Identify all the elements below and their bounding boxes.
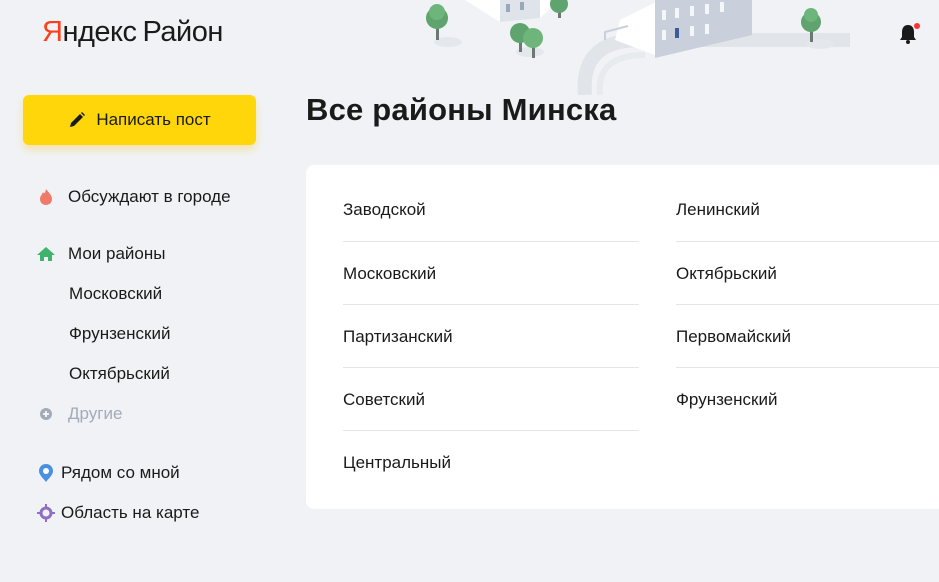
sidebar-item-my-districts[interactable]: Мои районы — [36, 244, 166, 264]
sidebar-item-moskovsky[interactable]: Московский — [69, 284, 162, 304]
districts-column-right: Ленинский Октябрьский Первомайский Фрунз… — [676, 165, 939, 431]
sidebar-item-frunzensky[interactable]: Фрунзенский — [69, 324, 170, 344]
write-post-button[interactable]: Написать пост — [23, 95, 256, 145]
sidebar-item-label: Октябрьский — [69, 364, 170, 383]
notification-badge — [914, 23, 920, 29]
notifications-bell-button[interactable] — [897, 22, 921, 46]
location-pin-icon — [36, 463, 56, 483]
plus-circle-icon — [36, 404, 56, 424]
district-link-zavodskoy[interactable]: Заводской — [343, 165, 639, 242]
sidebar-item-oktyabrsky[interactable]: Октябрьский — [69, 364, 170, 384]
logo-service-name: Район — [142, 16, 224, 48]
sidebar-item-nearby[interactable]: Рядом со мной — [36, 463, 180, 483]
district-link-oktyabrsky[interactable]: Октябрьский — [676, 243, 939, 305]
map-area-icon — [36, 503, 56, 523]
logo-yandex-text: ндекс — [62, 16, 137, 48]
flame-icon — [36, 187, 56, 207]
sidebar-item-label: Другие — [68, 404, 123, 423]
sidebar-item-label: Рядом со мной — [61, 463, 180, 482]
districts-card: Заводской Московский Партизанский Советс… — [306, 165, 939, 509]
pencil-icon — [70, 112, 86, 127]
bell-icon — [900, 23, 920, 44]
district-link-tsentralny[interactable]: Центральный — [343, 432, 639, 494]
sidebar-item-label: Обсуждают в городе — [68, 187, 231, 206]
page-title: Все районы Минска — [306, 92, 617, 127]
sidebar-item-map-area[interactable]: Область на карте — [36, 503, 199, 523]
sidebar-item-label: Московский — [69, 284, 163, 303]
district-link-partizansky[interactable]: Партизанский — [343, 306, 639, 368]
district-link-leninsky[interactable]: Ленинский — [676, 165, 939, 242]
sidebar-item-label: Мои районы — [68, 244, 166, 263]
district-link-moskovsky[interactable]: Московский — [343, 243, 639, 305]
home-icon — [36, 244, 56, 264]
sidebar-item-others[interactable]: Другие — [36, 404, 122, 424]
district-link-pervomaysky[interactable]: Первомайский — [676, 306, 939, 368]
district-link-sovetsky[interactable]: Советский — [343, 369, 639, 431]
sidebar-item-trending[interactable]: Обсуждают в городе — [36, 187, 231, 207]
district-link-frunzensky[interactable]: Фрунзенский — [676, 369, 939, 431]
yandex-rayon-logo[interactable]: Яндекс Район — [42, 14, 223, 50]
logo-ya-letter: Я — [42, 16, 63, 48]
city-illustration — [426, 0, 850, 95]
write-post-label: Написать пост — [96, 110, 211, 129]
sidebar-item-label: Область на карте — [61, 503, 200, 522]
sidebar-item-label: Фрунзенский — [69, 324, 171, 343]
districts-column-left: Заводской Московский Партизанский Советс… — [343, 165, 639, 494]
